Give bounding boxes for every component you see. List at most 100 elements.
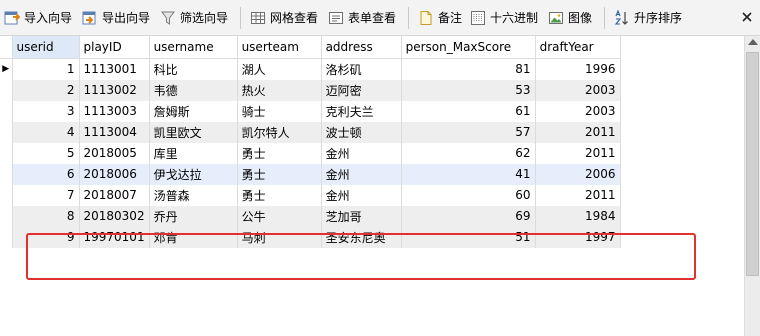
cell-playid[interactable]: 1113001 bbox=[79, 58, 150, 80]
column-header[interactable]: address bbox=[321, 36, 402, 59]
cell-username[interactable]: 乔丹 bbox=[149, 205, 238, 227]
export-wizard-button[interactable]: 导出向导 bbox=[82, 8, 150, 28]
form-view-button[interactable]: 表单查看 bbox=[328, 8, 396, 28]
cell-draftyear[interactable]: 2006 bbox=[535, 163, 621, 185]
cell-username[interactable]: 伊戈达拉 bbox=[149, 163, 238, 185]
cell-person-maxscore[interactable]: 69 bbox=[401, 205, 536, 227]
cell-draftyear[interactable]: 2003 bbox=[535, 79, 621, 101]
cell-userid[interactable]: 7 bbox=[12, 184, 80, 206]
row-indicator[interactable] bbox=[0, 226, 13, 248]
column-header[interactable]: draftYear bbox=[535, 36, 621, 59]
cell-draftyear[interactable]: 1984 bbox=[535, 205, 621, 227]
column-header[interactable]: username bbox=[149, 36, 238, 59]
scroll-up-icon[interactable] bbox=[748, 39, 758, 45]
table-row[interactable]: 4 1113004 凯里欧文 凯尔特人 波士顿 57 2011 bbox=[0, 121, 621, 143]
cell-userid[interactable]: 1 bbox=[12, 58, 80, 80]
cell-username[interactable]: 凯里欧文 bbox=[149, 121, 238, 143]
grid-view-button[interactable]: 网格查看 bbox=[250, 8, 318, 28]
cell-userteam[interactable]: 凯尔特人 bbox=[237, 121, 322, 143]
cell-address[interactable]: 芝加哥 bbox=[321, 205, 402, 227]
filter-icon bbox=[161, 11, 175, 25]
data-table: userid playID username userteam address … bbox=[0, 36, 621, 248]
column-header[interactable]: person_MaxScore bbox=[401, 36, 536, 59]
table-row[interactable]: 3 1113003 詹姆斯 骑士 克利夫兰 61 2003 bbox=[0, 100, 621, 122]
row-indicator[interactable] bbox=[0, 100, 13, 122]
cell-draftyear[interactable]: 1996 bbox=[535, 58, 621, 80]
cell-userid[interactable]: 2 bbox=[12, 79, 80, 101]
cell-draftyear[interactable]: 2011 bbox=[535, 121, 621, 143]
cell-person-maxscore[interactable]: 41 bbox=[401, 163, 536, 185]
cell-username[interactable]: 汤普森 bbox=[149, 184, 238, 206]
table-row[interactable]: ▶ 1 1113001 科比 湖人 洛杉矶 81 1996 bbox=[0, 58, 621, 80]
cell-address[interactable]: 金州 bbox=[321, 142, 402, 164]
cell-userteam[interactable]: 热火 bbox=[237, 79, 322, 101]
cell-address[interactable]: 迈阿密 bbox=[321, 79, 402, 101]
row-indicator[interactable] bbox=[0, 205, 13, 227]
cell-person-maxscore[interactable]: 57 bbox=[401, 121, 536, 143]
row-indicator[interactable] bbox=[0, 184, 13, 206]
cell-address[interactable]: 克利夫兰 bbox=[321, 100, 402, 122]
column-header[interactable]: userid bbox=[12, 36, 80, 59]
cell-address[interactable]: 波士顿 bbox=[321, 121, 402, 143]
import-icon bbox=[4, 11, 20, 25]
row-indicator[interactable] bbox=[0, 142, 13, 164]
cell-userteam[interactable]: 公牛 bbox=[237, 205, 322, 227]
memo-button[interactable]: 备注 bbox=[418, 8, 462, 28]
filter-wizard-button[interactable]: 筛选向导 bbox=[160, 8, 228, 28]
cell-username[interactable]: 詹姆斯 bbox=[149, 100, 238, 122]
cell-username[interactable]: 科比 bbox=[149, 58, 238, 80]
cell-userteam[interactable]: 勇士 bbox=[237, 142, 322, 164]
cell-userteam[interactable]: 勇士 bbox=[237, 184, 322, 206]
table-row[interactable]: 2 1113002 韦德 热火 迈阿密 53 2003 bbox=[0, 79, 621, 101]
cell-userid[interactable]: 6 bbox=[12, 163, 80, 185]
filter-wizard-label: 筛选向导 bbox=[180, 11, 229, 25]
cell-draftyear[interactable]: 2003 bbox=[535, 100, 621, 122]
table-row[interactable]: 6 2018006 伊戈达拉 勇士 金州 41 2006 bbox=[0, 163, 621, 185]
cell-userteam[interactable]: 骑士 bbox=[237, 100, 322, 122]
cell-playid[interactable]: 20180302 bbox=[79, 205, 150, 227]
cell-address[interactable]: 金州 bbox=[321, 184, 402, 206]
column-header[interactable]: userteam bbox=[237, 36, 322, 59]
data-grid: userid playID username userteam address … bbox=[0, 36, 744, 336]
row-indicator[interactable] bbox=[0, 163, 13, 185]
cell-userteam[interactable]: 湖人 bbox=[237, 58, 322, 80]
import-wizard-button[interactable]: 导入向导 bbox=[4, 8, 72, 28]
cell-address[interactable]: 金州 bbox=[321, 163, 402, 185]
grid-view-label: 网格查看 bbox=[270, 11, 319, 25]
cell-playid[interactable]: 1113002 bbox=[79, 79, 150, 101]
cell-playid[interactable]: 2018006 bbox=[79, 163, 150, 185]
row-indicator[interactable] bbox=[0, 79, 13, 101]
header-row: userid playID username userteam address … bbox=[0, 36, 621, 59]
cell-draftyear[interactable]: 2011 bbox=[535, 184, 621, 206]
sort-asc-button[interactable]: 升序排序 bbox=[614, 8, 682, 28]
cell-userid[interactable]: 4 bbox=[12, 121, 80, 143]
cell-userid[interactable]: 5 bbox=[12, 142, 80, 164]
cell-userid[interactable]: 8 bbox=[12, 205, 80, 227]
column-header[interactable]: playID bbox=[79, 36, 150, 59]
cell-playid[interactable]: 2018007 bbox=[79, 184, 150, 206]
table-row[interactable]: 8 20180302 乔丹 公牛 芝加哥 69 1984 bbox=[0, 205, 621, 227]
row-indicator[interactable]: ▶ bbox=[0, 58, 13, 80]
cell-person-maxscore[interactable]: 62 bbox=[401, 142, 536, 164]
cell-draftyear[interactable]: 2011 bbox=[535, 142, 621, 164]
cell-playid[interactable]: 1113004 bbox=[79, 121, 150, 143]
cell-person-maxscore[interactable]: 61 bbox=[401, 100, 536, 122]
table-row[interactable]: 5 2018005 库里 勇士 金州 62 2011 bbox=[0, 142, 621, 164]
table-row[interactable]: 7 2018007 汤普森 勇士 金州 60 2011 bbox=[0, 184, 621, 206]
cell-userteam[interactable]: 勇士 bbox=[237, 163, 322, 185]
vertical-scrollbar[interactable] bbox=[744, 36, 760, 336]
image-button[interactable]: 图像 bbox=[548, 8, 592, 28]
scrollbar-thumb[interactable] bbox=[746, 52, 759, 276]
cell-person-maxscore[interactable]: 81 bbox=[401, 58, 536, 80]
cell-address[interactable]: 洛杉矶 bbox=[321, 58, 402, 80]
cell-username[interactable]: 库里 bbox=[149, 142, 238, 164]
row-indicator[interactable] bbox=[0, 121, 13, 143]
cell-person-maxscore[interactable]: 60 bbox=[401, 184, 536, 206]
cell-playid[interactable]: 2018005 bbox=[79, 142, 150, 164]
cell-username[interactable]: 韦德 bbox=[149, 79, 238, 101]
cell-playid[interactable]: 1113003 bbox=[79, 100, 150, 122]
cell-person-maxscore[interactable]: 53 bbox=[401, 79, 536, 101]
hex-button[interactable]: 十六进制 bbox=[470, 8, 538, 28]
cell-userid[interactable]: 3 bbox=[12, 100, 80, 122]
close-icon[interactable] bbox=[740, 10, 754, 24]
